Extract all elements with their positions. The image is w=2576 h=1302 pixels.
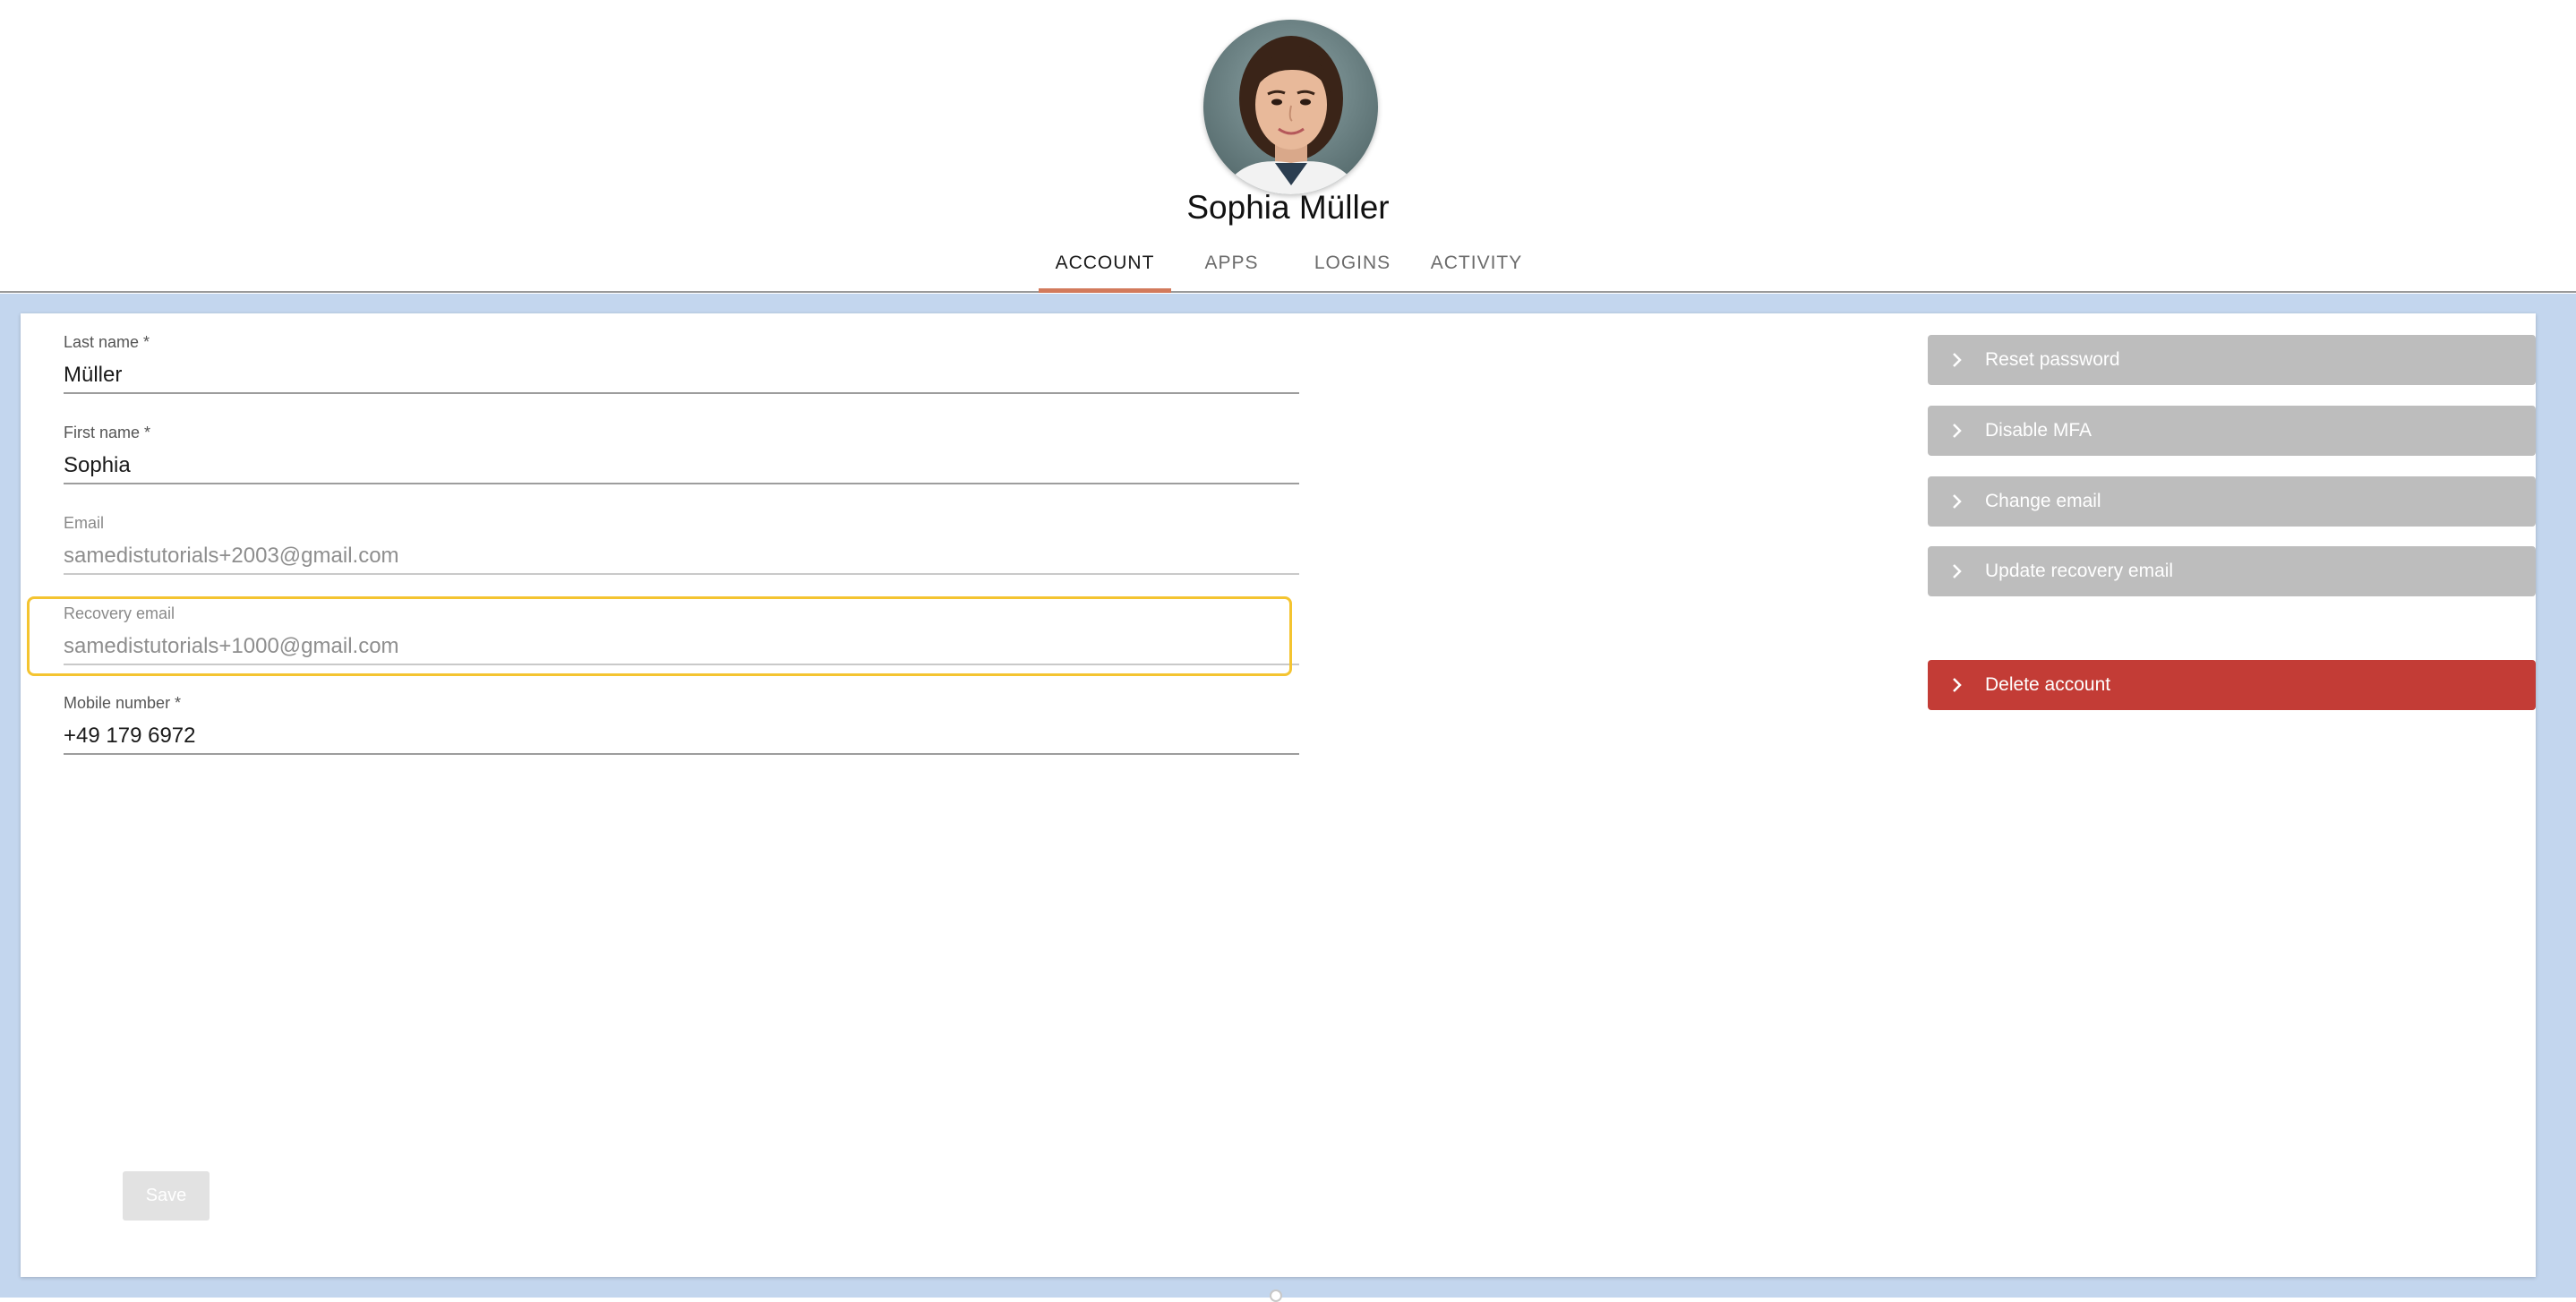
disable-mfa-button[interactable]: Disable MFA [1928, 406, 2536, 456]
chevron-right-icon [1946, 561, 1967, 582]
tab-bar: ACCOUNT APPS LOGINS ACTIVITY [1039, 235, 1540, 293]
delete-account-label: Delete account [1985, 674, 2111, 695]
avatar [1203, 20, 1378, 194]
profile-header: Sophia Müller ACCOUNT APPS LOGINS ACTIVI… [0, 0, 2576, 293]
recovery-email-field: Recovery email [64, 604, 1299, 676]
chevron-right-icon [1946, 420, 1967, 441]
update-recovery-email-button[interactable]: Update recovery email [1928, 546, 2536, 596]
email-field: Email [64, 514, 1299, 586]
chevron-right-icon [1946, 674, 1967, 696]
mobile-number-field: Mobile number * [64, 694, 1299, 766]
tab-account[interactable]: ACCOUNT [1039, 235, 1171, 293]
profile-name: Sophia Müller [1186, 189, 1390, 226]
reset-password-label: Reset password [1985, 349, 2120, 370]
chevron-right-icon [1946, 349, 1967, 371]
first-name-input[interactable] [64, 449, 1299, 484]
recovery-email-label: Recovery email [64, 604, 175, 622]
mobile-number-label: Mobile number * [64, 694, 182, 712]
save-button[interactable]: Save [123, 1171, 210, 1221]
update-recovery-email-label: Update recovery email [1985, 561, 2174, 581]
change-email-label: Change email [1985, 491, 2101, 511]
avatar-portrait [1203, 20, 1378, 194]
tab-logins[interactable]: LOGINS [1292, 235, 1413, 292]
scroll-marker [1270, 1289, 1282, 1302]
tab-apps[interactable]: APPS [1171, 235, 1292, 292]
first-name-label: First name * [64, 424, 151, 441]
reset-password-button[interactable]: Reset password [1928, 335, 2536, 385]
mobile-number-input[interactable] [64, 719, 1299, 755]
last-name-input[interactable] [64, 358, 1299, 394]
delete-account-button[interactable]: Delete account [1928, 660, 2536, 710]
recovery-email-input[interactable] [64, 630, 1299, 665]
account-card: Last name * First name * Email Recovery … [21, 313, 2536, 1277]
email-label: Email [64, 514, 105, 532]
change-email-button[interactable]: Change email [1928, 476, 2536, 527]
disable-mfa-label: Disable MFA [1985, 420, 2092, 441]
email-input [64, 539, 1299, 575]
last-name-field: Last name * [64, 333, 1299, 405]
last-name-label: Last name * [64, 333, 150, 351]
first-name-field: First name * [64, 424, 1299, 495]
chevron-right-icon [1946, 491, 1967, 512]
tab-activity[interactable]: ACTIVITY [1413, 235, 1540, 292]
